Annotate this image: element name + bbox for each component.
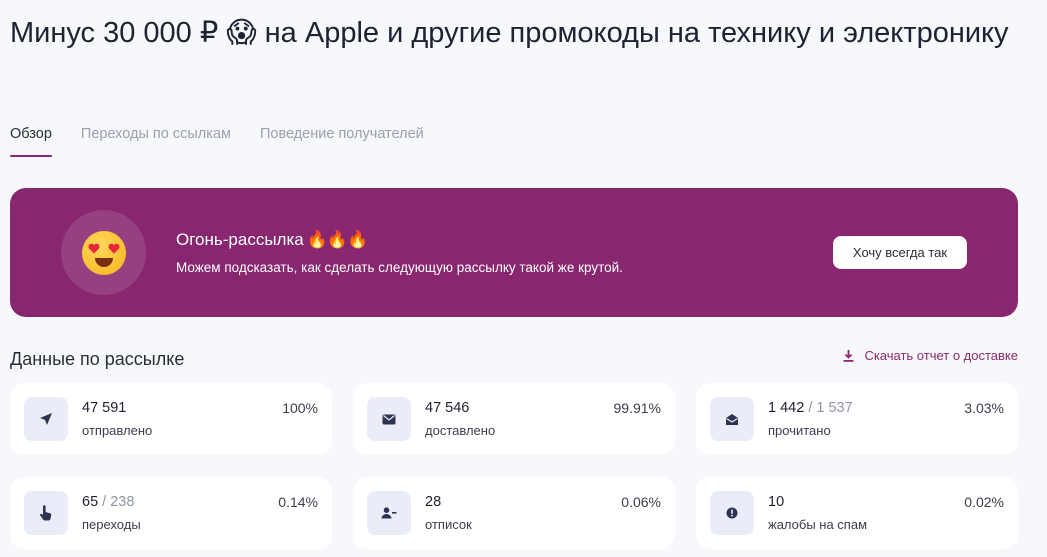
pointer-hand-icon (24, 491, 68, 535)
banner-title: Огонь-рассылка 🔥🔥🔥 (176, 230, 369, 250)
heart-eyes-emoji-icon (81, 230, 126, 275)
send-icon (24, 397, 68, 441)
stat-card-read: 1 442 / 1 537 прочитано 3.03% (696, 383, 1018, 455)
stat-percent: 0.06% (621, 494, 661, 510)
stat-card-clicks: 65 / 238 переходы 0.14% (10, 477, 332, 549)
stat-card-delivered: 47 546 доставлено 99.91% (353, 383, 675, 455)
stat-value: 10 (768, 494, 785, 510)
stat-value: 47 546 (425, 400, 470, 416)
stat-value: 65 / 238 (82, 494, 135, 510)
stat-label: доставлено (425, 423, 496, 438)
stat-percent: 0.14% (278, 494, 318, 510)
stat-value: 28 (425, 494, 442, 510)
banner-subtitle: Можем подсказать, как сделать следующую … (176, 260, 623, 275)
stat-label: переходы (82, 517, 141, 532)
banner-emoji-badge (61, 210, 146, 295)
want-always-button[interactable]: Хочу всегда так (833, 236, 967, 269)
tab-recipient-behavior[interactable]: Поведение получателей (260, 126, 424, 157)
user-minus-icon (367, 491, 411, 535)
stat-percent: 0.02% (964, 494, 1004, 510)
stat-label: жалобы на спам (768, 517, 868, 532)
stat-percent: 100% (282, 400, 318, 416)
stat-label: отписок (425, 517, 472, 532)
download-report-link[interactable]: Скачать отчет о доставке (843, 348, 1018, 364)
stat-label: отправлено (82, 423, 153, 438)
stat-card-spam-complaints: 10 жалобы на спам 0.02% (696, 477, 1018, 549)
stat-card-unsubscribes: 28 отписок 0.06% (353, 477, 675, 549)
banner-title-text: Огонь-рассылка (176, 230, 304, 249)
tabs-bar: Обзор Переходы по ссылкам Поведение полу… (10, 126, 453, 157)
download-report-label: Скачать отчет о доставке (864, 348, 1018, 363)
download-icon (843, 350, 854, 362)
alert-circle-icon (710, 491, 754, 535)
stat-label: прочитано (768, 423, 831, 438)
promo-banner: Огонь-рассылка 🔥🔥🔥 Можем подсказать, как … (10, 188, 1018, 317)
stat-card-sent: 47 591 отправлено 100% (10, 383, 332, 455)
page-title: Минус 30 000 ₽ 😱 на Apple и другие промо… (10, 17, 1009, 49)
tab-overview[interactable]: Обзор (10, 126, 52, 157)
stat-value: 1 442 / 1 537 (768, 400, 853, 416)
tab-link-clicks[interactable]: Переходы по ссылкам (81, 126, 231, 157)
fire-emoji-icon: 🔥🔥🔥 (306, 230, 369, 249)
stat-percent: 99.91% (613, 400, 661, 416)
stat-value: 47 591 (82, 400, 127, 416)
envelope-icon (367, 397, 411, 441)
stats-section-title: Данные по рассылке (10, 349, 185, 369)
stat-percent: 3.03% (964, 400, 1004, 416)
open-envelope-icon (710, 397, 754, 441)
